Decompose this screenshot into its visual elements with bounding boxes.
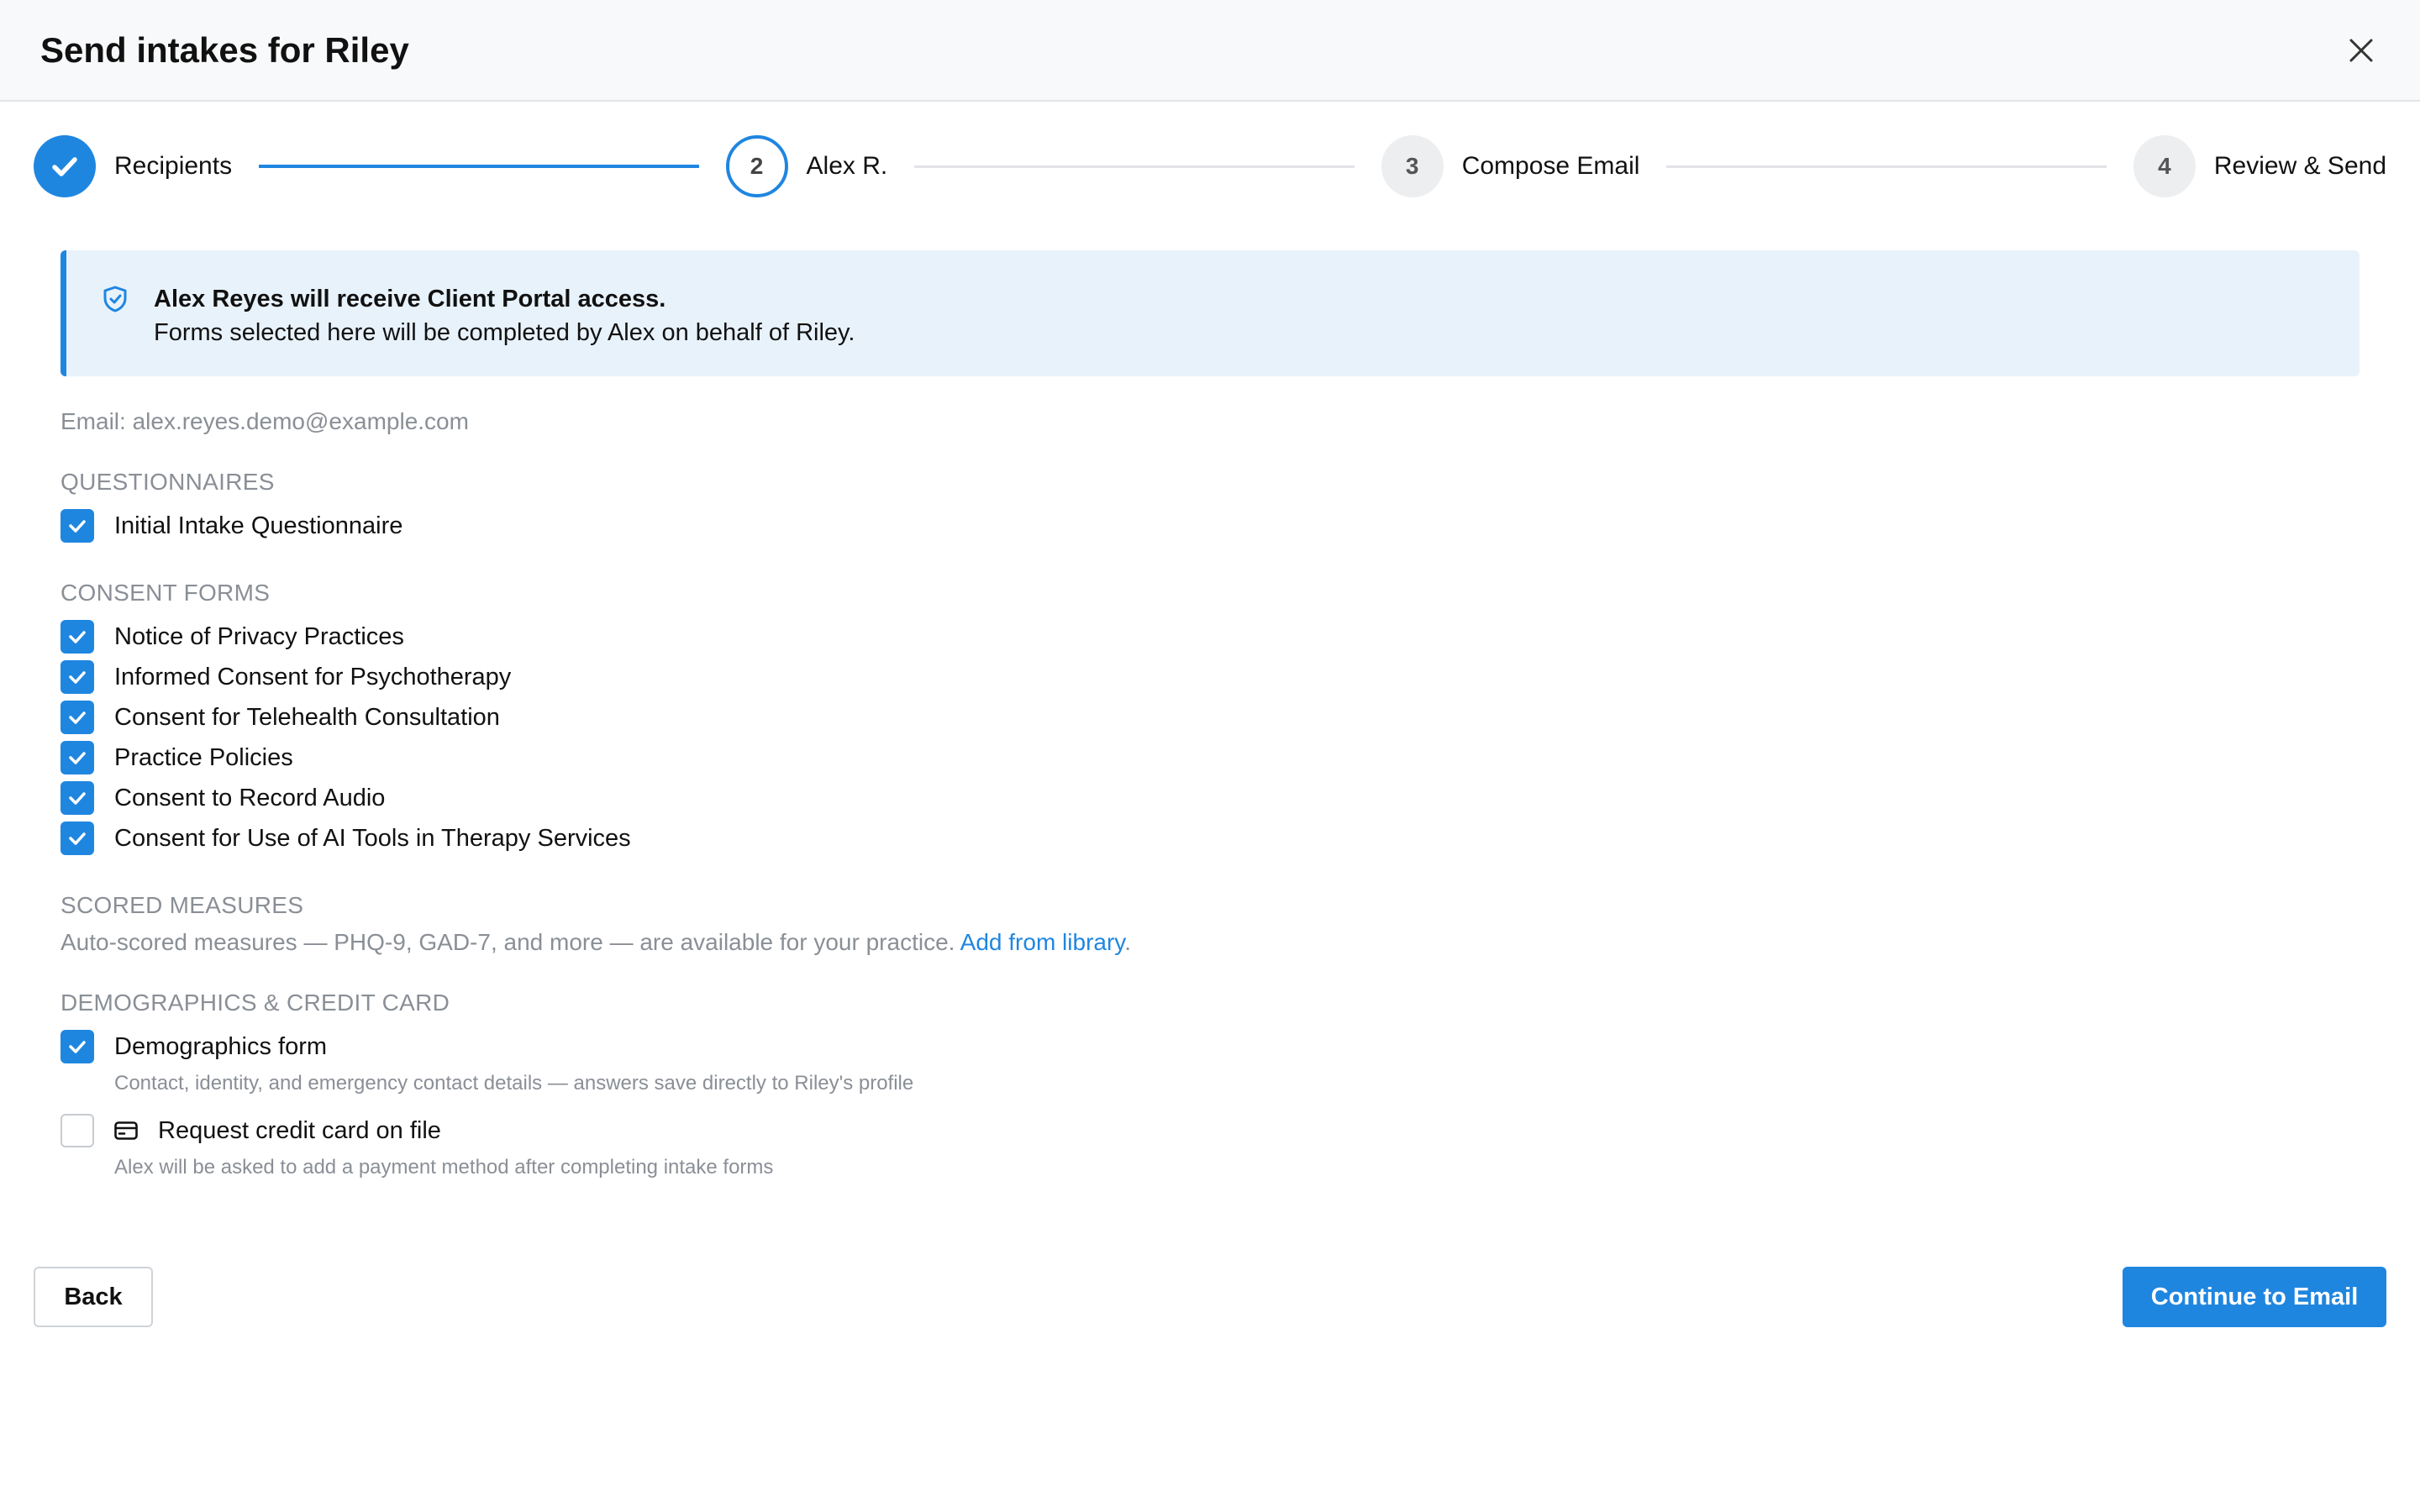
checkbox[interactable] [60,822,94,855]
portal-access-banner: Alex Reyes will receive Client Portal ac… [60,250,2360,376]
step-label: Compose Email [1461,152,1640,180]
checkbox-label: Consent to Record Audio [114,784,386,811]
step-complete-indicator [34,135,96,197]
list-item: Informed Consent for Psychotherapy [60,657,2360,697]
scored-measures-text: Auto-scored measures — PHQ-9, GAD-7, and… [60,929,960,955]
checkbox-label: Practice Policies [114,743,293,771]
demographics-description: Contact, identity, and emergency contact… [114,1072,914,1095]
scored-measures-description: Auto-scored measures — PHQ-9, GAD-7, and… [60,929,2360,956]
recipient-email: Email: alex.reyes.demo@example.com [60,408,469,434]
back-button[interactable]: Back [34,1267,153,1327]
checkbox[interactable] [60,1114,94,1147]
list-item: Notice of Privacy Practices [60,617,2360,657]
dialog-header: Send intakes for Riley [0,0,2420,102]
close-button[interactable] [2339,29,2383,72]
checkmark-icon [69,1041,86,1053]
step-number: 3 [1381,135,1444,197]
stepper: Recipients 2 Alex R. 3 Compose Email 4 R… [34,135,2386,197]
checkbox-label: Notice of Privacy Practices [114,622,404,650]
step-alex-r[interactable]: 2 Alex R. [725,135,888,197]
step-number: 2 [725,135,788,197]
section-title-consent-forms: CONSENT FORMS [60,580,271,606]
credit-card-description: Alex will be asked to add a payment meth… [114,1156,774,1179]
step-label: Alex R. [806,152,888,180]
checkbox[interactable] [60,620,94,654]
checkmark-icon [69,631,86,643]
checkmark-icon [69,711,86,724]
banner-text: Forms selected here will be completed by… [154,319,855,346]
list-item: Request credit card on file [60,1110,2360,1151]
checkmark-icon [69,520,86,533]
checkbox-label: Demographics form [114,1032,328,1060]
step-compose-email[interactable]: 3 Compose Email [1381,135,1640,197]
checkmark-icon [69,671,86,684]
checkbox-label: Initial Intake Questionnaire [114,512,403,539]
checkbox[interactable] [60,781,94,815]
section-title-scored-measures: SCORED MEASURES [60,892,304,918]
send-intakes-dialog: Send intakes for Riley Recipients 2 Alex… [0,0,2420,1512]
list-item: Consent for Telehealth Consultation [60,697,2360,738]
list-item: Initial Intake Questionnaire [60,506,2360,546]
checkbox-label: Informed Consent for Psychotherapy [114,663,512,690]
checkmark-icon [69,752,86,764]
checkmark-icon [52,157,77,176]
checkbox[interactable] [60,509,94,543]
step-connector [1666,165,2107,168]
shield-icon [103,286,127,312]
list-item: Practice Policies [60,738,2360,778]
checkmark-icon [69,792,86,805]
step-connector [259,165,699,168]
step-label: Recipients [114,152,233,180]
section-title-demographics: DEMOGRAPHICS & CREDIT CARD [60,990,450,1016]
add-from-library-link[interactable]: Add from library [960,929,1125,955]
banner-title: Alex Reyes will receive Client Portal ac… [154,286,666,312]
step-label: Review & Send [2213,152,2386,180]
list-item: Consent for Use of AI Tools in Therapy S… [60,818,2360,858]
checkbox[interactable] [60,701,94,734]
continue-to-email-button[interactable]: Continue to Email [2123,1267,2386,1327]
list-item: Demographics form [60,1026,2360,1067]
checkbox-label: Consent for Telehealth Consultation [114,703,500,731]
credit-card-icon [114,1121,138,1140]
close-icon [2349,39,2373,62]
checkbox-label: Consent for Use of AI Tools in Therapy S… [114,824,631,852]
dialog-title: Send intakes for Riley [40,29,409,70]
checkbox[interactable] [60,660,94,694]
step-review-send[interactable]: 4 Review & Send [2133,135,2386,197]
checkbox[interactable] [60,741,94,774]
step-connector [914,165,1355,168]
checkbox[interactable] [60,1030,94,1063]
scored-measures-suffix: . [1124,929,1131,955]
step-number: 4 [2133,135,2196,197]
dialog-content: Alex Reyes will receive Client Portal ac… [60,250,2360,1179]
step-recipients[interactable]: Recipients [34,135,232,197]
section-title-questionnaires: QUESTIONNAIRES [60,469,275,495]
list-item: Consent to Record Audio [60,778,2360,818]
checkmark-icon [69,832,86,845]
checkbox-label: Request credit card on file [158,1116,441,1144]
